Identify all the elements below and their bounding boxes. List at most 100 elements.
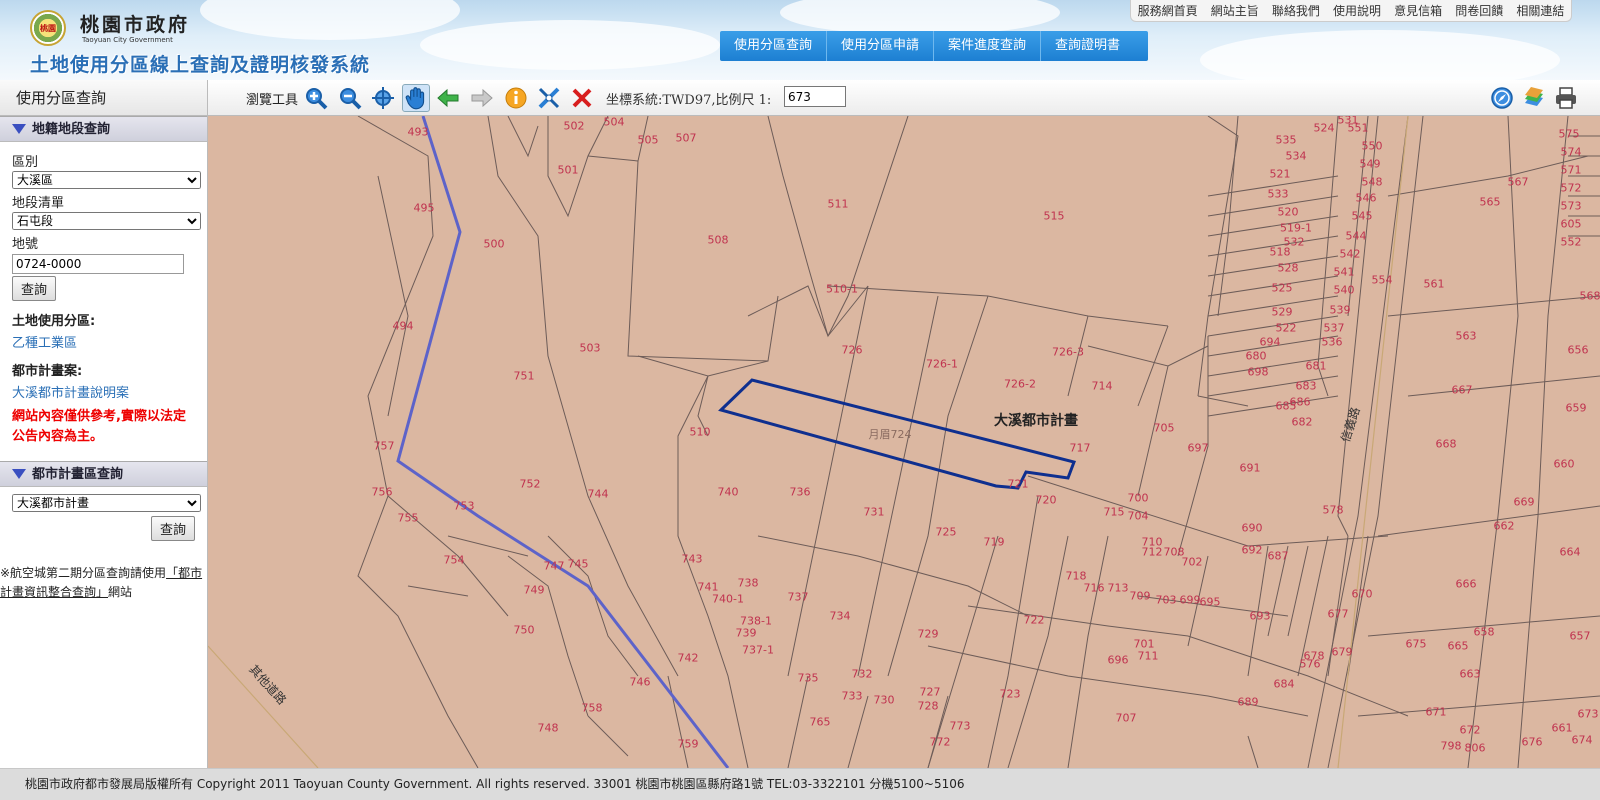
parcel-number: 501: [557, 163, 579, 177]
parcel-number: 686: [1289, 395, 1311, 409]
measure-icon[interactable]: [537, 86, 561, 110]
info-icon[interactable]: [504, 86, 528, 110]
parcel-number: 714: [1091, 379, 1113, 393]
parcel-number: 528: [1277, 261, 1299, 275]
parcel-number: 549: [1359, 157, 1381, 171]
parcel-number: 537: [1323, 321, 1345, 335]
parcel-number: 661: [1551, 721, 1573, 735]
airport-city-note: ※航空城第二期分區查詢請使用「都市計畫資訊整合查詢」網站: [0, 564, 207, 602]
parcel-number: 751: [513, 369, 535, 383]
nav-case-progress[interactable]: 案件進度查詢: [934, 31, 1042, 61]
section-label: 地段清單: [12, 196, 65, 211]
parcel-number: 736: [789, 485, 811, 499]
link-service-home[interactable]: 服務網首頁: [1138, 2, 1198, 19]
layers-icon[interactable]: [1522, 86, 1546, 110]
urban-plan-map-label: 大溪都市計畫: [994, 413, 1078, 429]
gov-english-name: Taoyuan City Government: [82, 36, 173, 44]
parcel-number: 535: [1275, 133, 1297, 147]
urban-plan-query-button[interactable]: 查詢: [150, 516, 195, 541]
parcel-number: 669: [1513, 495, 1535, 509]
section-select[interactable]: 石屯段: [12, 212, 201, 230]
gov-logo[interactable]: 桃園: [30, 10, 66, 46]
previous-extent-icon[interactable]: [436, 86, 460, 110]
parcel-number: 753: [453, 499, 475, 513]
note-prefix: ※航空城第二期分區查詢請使用: [0, 566, 167, 580]
next-extent-icon[interactable]: [470, 86, 494, 110]
parcel-number: 683: [1295, 379, 1317, 393]
link-feedback-mail[interactable]: 意見信箱: [1394, 2, 1442, 19]
parcel-number: 730: [873, 693, 895, 707]
zoom-in-icon[interactable]: [304, 86, 328, 110]
print-icon[interactable]: [1554, 86, 1578, 110]
parcel-number: 572: [1560, 181, 1582, 195]
parcel-number: 574: [1560, 145, 1582, 159]
map-canvas[interactable]: 大溪都市計畫 信義路 其他道路 月眉724 493 502 504 505 507 501…: [208, 116, 1600, 768]
parcel-number: 728: [917, 699, 939, 713]
link-site-purpose[interactable]: 網站主旨: [1211, 2, 1259, 19]
collapse-triangle-icon: [12, 124, 26, 134]
parcel-number: 742: [677, 651, 699, 665]
parcel-number: 541: [1333, 265, 1355, 279]
parcel-number: 660: [1553, 457, 1575, 471]
parcel-number: 709: [1129, 589, 1151, 603]
parcel-number: 720: [1035, 493, 1057, 507]
parcel-number: 723: [999, 687, 1021, 701]
parcel-number: 670: [1351, 587, 1373, 601]
zoom-out-icon[interactable]: [338, 86, 362, 110]
parcel-number: 705: [1153, 421, 1175, 435]
link-contact[interactable]: 聯絡我們: [1272, 2, 1320, 19]
parcel-number: 657: [1569, 629, 1591, 643]
parcel-number: 721: [1007, 477, 1029, 491]
parcel-number: 765: [809, 715, 831, 729]
parcel-number: 717: [1069, 441, 1091, 455]
road-parcel-number: 798: [1440, 739, 1462, 753]
cadastral-query-button[interactable]: 查詢: [12, 276, 57, 301]
nav-certificate-query[interactable]: 查詢證明書: [1041, 31, 1148, 61]
parcel-number: 681: [1305, 359, 1327, 373]
parcel-number: 568: [1579, 289, 1600, 303]
parcel-number: 505: [637, 133, 659, 147]
parcel-number: 731: [863, 505, 885, 519]
selected-parcel-prefix: 月眉: [868, 428, 891, 441]
parcel-number: 727: [919, 685, 941, 699]
link-related[interactable]: 相關連結: [1516, 2, 1564, 19]
urban-plan-section-header[interactable]: 都市計畫區查詢: [0, 461, 207, 487]
parcel-number: 521: [1269, 167, 1291, 181]
link-survey[interactable]: 問卷回饋: [1455, 2, 1503, 19]
parcel-number: 694: [1259, 335, 1281, 349]
parcel-number: 503: [579, 341, 601, 355]
plan-label: 都市計畫案:: [12, 364, 83, 379]
parcel-number: 532: [1283, 235, 1305, 249]
parcel-number: 550: [1361, 139, 1383, 153]
gov-name: 桃園市政府: [80, 14, 191, 36]
selected-parcel-label[interactable]: 月眉724: [869, 426, 912, 442]
nav-zone-query[interactable]: 使用分區查詢: [720, 31, 828, 61]
road-parcel-number: 806: [1464, 741, 1486, 755]
urban-plan-select[interactable]: 大溪都市計畫: [12, 494, 201, 512]
parcel-number: 698: [1247, 365, 1269, 379]
pan-tool-active[interactable]: [402, 84, 430, 112]
parcel-number: 699: [1179, 593, 1201, 607]
navigation-icon[interactable]: [1490, 86, 1514, 110]
lot-number-input[interactable]: [12, 254, 184, 274]
parcel-number: 679: [1331, 645, 1353, 659]
parcel-number: 739: [735, 626, 757, 640]
parcel-number: 759: [677, 737, 699, 751]
parcel-number: 697: [1187, 441, 1209, 455]
parcel-number: 740-1: [712, 592, 744, 606]
parcel-number: 750: [513, 623, 535, 637]
full-extent-icon[interactable]: [371, 86, 395, 110]
nav-zone-apply[interactable]: 使用分區申請: [827, 31, 935, 61]
scale-input[interactable]: [784, 86, 846, 107]
clear-icon[interactable]: [570, 86, 594, 110]
plan-value-link[interactable]: 大溪都市計畫說明案: [12, 382, 195, 401]
parcel-number: 551: [1347, 121, 1369, 135]
district-select[interactable]: 大溪區: [12, 171, 201, 189]
parcel-number: 746: [629, 675, 651, 689]
cadastral-section-header[interactable]: 地籍地段查詢: [0, 116, 207, 142]
parcel-number: 573: [1560, 199, 1582, 213]
urban-plan-form: 大溪都市計畫 查詢: [0, 487, 207, 541]
parcel-number: 545: [1351, 209, 1373, 223]
parcel-number: 737-1: [742, 643, 774, 657]
link-usage-guide[interactable]: 使用說明: [1333, 2, 1381, 19]
